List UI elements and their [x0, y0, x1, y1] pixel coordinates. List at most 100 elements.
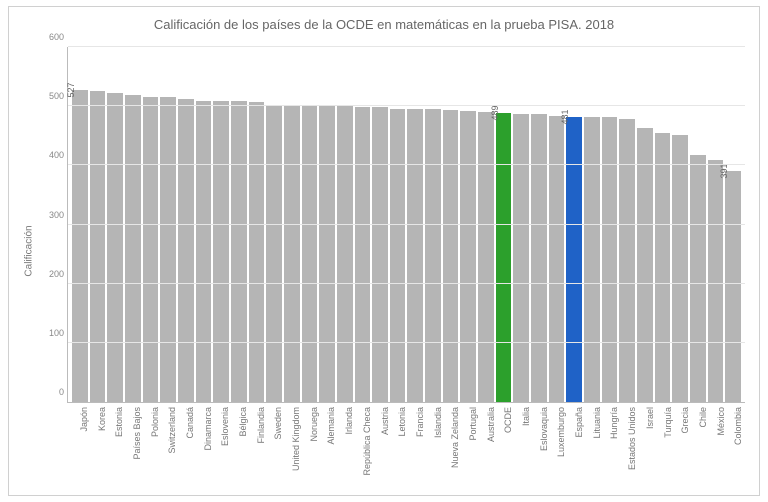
x-tick-label: Sweden	[273, 407, 283, 440]
x-tick-label: Países Bajos	[132, 407, 142, 460]
x-tick-slot: Chile	[690, 403, 706, 495]
bar	[602, 117, 618, 402]
x-tick-slot: Luxemburgo	[549, 403, 565, 495]
x-tick-slot: España	[566, 403, 582, 495]
bar	[249, 102, 265, 402]
bar	[266, 105, 282, 402]
bar	[372, 107, 388, 402]
x-tick-slot: Alemania	[319, 403, 335, 495]
bar	[355, 107, 371, 402]
x-tick-label: Irlanda	[344, 407, 354, 435]
bar-slot	[90, 47, 106, 402]
bar	[690, 155, 706, 402]
gridline	[68, 283, 745, 284]
bar	[407, 109, 423, 402]
y-tick-label: 100	[34, 328, 64, 338]
bar	[460, 111, 476, 402]
x-tick-slot: Israel	[637, 403, 653, 495]
x-tick-label: Turquía	[663, 407, 673, 438]
x-tick-slot: Hungría	[602, 403, 618, 495]
bar-slot	[443, 47, 459, 402]
x-tick-label: OCDE	[503, 407, 513, 433]
bar	[390, 109, 406, 402]
x-tick-slot: México	[708, 403, 724, 495]
bar-slot	[143, 47, 159, 402]
bar-slot	[584, 47, 600, 402]
bar-slot	[213, 47, 229, 402]
x-tick-slot: Grecia	[672, 403, 688, 495]
bar	[513, 114, 529, 402]
x-tick-label: España	[574, 407, 584, 438]
bar	[143, 97, 159, 402]
bar-slot	[107, 47, 123, 402]
bar	[655, 133, 671, 402]
bar: 481	[566, 117, 582, 402]
x-tick-label: Finlandia	[256, 407, 266, 444]
x-tick-label: Hungría	[609, 407, 619, 439]
x-tick-slot: Portugal	[460, 403, 476, 495]
bar	[319, 106, 335, 402]
x-tick-slot: Finlandia	[248, 403, 264, 495]
x-tick-slot: Austria	[372, 403, 388, 495]
bar-slot	[531, 47, 547, 402]
bar-slot	[249, 47, 265, 402]
x-tick-slot: Italia	[513, 403, 529, 495]
x-tick-slot: Switzerland	[159, 403, 175, 495]
bar-slot	[390, 47, 406, 402]
bar	[337, 106, 353, 402]
bar-slot	[266, 47, 282, 402]
bar-slot	[672, 47, 688, 402]
bar-slot	[196, 47, 212, 402]
bar-slot	[337, 47, 353, 402]
y-tick-label: 0	[34, 387, 64, 397]
gridline	[68, 105, 745, 106]
bar-slot	[513, 47, 529, 402]
x-tick-slot: Turquía	[655, 403, 671, 495]
bar	[125, 95, 141, 402]
bar-slot	[549, 47, 565, 402]
x-tick-label: Grecia	[680, 407, 690, 434]
bar-slot	[319, 47, 335, 402]
bar	[549, 116, 565, 402]
x-tick-label: Estados Unidos	[627, 407, 637, 470]
bar	[302, 106, 318, 402]
x-tick-label: México	[716, 407, 726, 436]
bar-slot	[160, 47, 176, 402]
bar	[531, 114, 547, 402]
bar-slot: 527	[72, 47, 88, 402]
y-tick-label: 400	[34, 150, 64, 160]
bar	[478, 112, 494, 403]
x-tick-slot: Korea	[89, 403, 105, 495]
x-tick-label: Eslovaquia	[539, 407, 549, 451]
x-tick-slot: Lituania	[584, 403, 600, 495]
bar-value-label: 391	[719, 163, 729, 178]
bar-slot	[355, 47, 371, 402]
gridline	[68, 46, 745, 47]
x-tick-label: Israel	[645, 407, 655, 429]
bar-slot	[478, 47, 494, 402]
bar-slot	[708, 47, 724, 402]
bar-slot	[231, 47, 247, 402]
x-tick-label: United Kingdom	[291, 407, 301, 471]
plot-area: 527489481391 0100200300400500600	[67, 47, 745, 403]
x-tick-label: Luxemburgo	[556, 407, 566, 457]
bar-slot	[602, 47, 618, 402]
bar: 489	[496, 113, 512, 402]
x-tick-slot: Estonia	[106, 403, 122, 495]
x-tick-slot: Irlanda	[336, 403, 352, 495]
bar-slot	[619, 47, 635, 402]
x-tick-slot: Sweden	[266, 403, 282, 495]
bar	[160, 97, 176, 402]
bar	[90, 91, 106, 402]
bar	[672, 135, 688, 402]
x-tick-label: Dinamarca	[203, 407, 213, 451]
bar-slot: 489	[496, 47, 512, 402]
x-tick-slot: Francia	[407, 403, 423, 495]
bar-slot	[690, 47, 706, 402]
y-tick-label: 500	[34, 91, 64, 101]
x-tick-label: Portugal	[468, 407, 478, 441]
x-tick-slot: Japón	[71, 403, 87, 495]
x-tick-label: Lituania	[592, 407, 602, 439]
bar-slot	[284, 47, 300, 402]
x-tick-slot: Polonia	[142, 403, 158, 495]
